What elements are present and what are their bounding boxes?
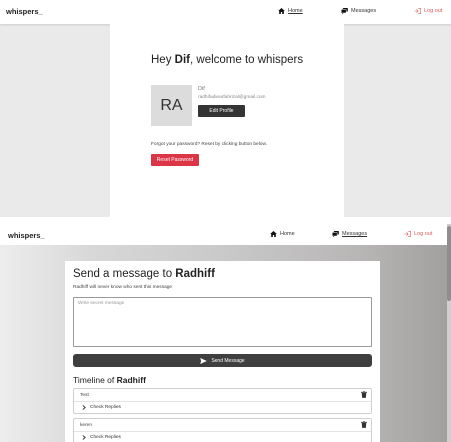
- scrollbar-thumb[interactable]: [447, 226, 451, 301]
- timeline-message: Test: [80, 393, 89, 398]
- nav-messages-label: Messages: [351, 8, 377, 14]
- check-replies-label: Check Replies: [90, 405, 121, 410]
- messages-icon: [341, 8, 348, 14]
- chevron-right-icon: [82, 435, 86, 440]
- trash-icon[interactable]: [361, 391, 367, 398]
- edit-profile-button[interactable]: Edit Profile: [198, 105, 245, 117]
- nav-home[interactable]: Home: [278, 8, 303, 14]
- welcome-prefix: Hey: [151, 54, 175, 66]
- secret-message-input[interactable]: [73, 297, 372, 347]
- check-replies-toggle[interactable]: Check Replies: [82, 435, 121, 440]
- reset-password-button[interactable]: Reset Password: [151, 154, 199, 166]
- logout-icon: [414, 8, 421, 14]
- brand-logo[interactable]: whispers_: [8, 231, 45, 240]
- check-replies-label: Check Replies: [90, 435, 121, 440]
- brand-logo[interactable]: whispers_: [6, 7, 43, 16]
- send-message-button[interactable]: Send Message: [73, 354, 372, 367]
- send-icon: [200, 357, 208, 364]
- messages-icon: [332, 231, 339, 237]
- send-message-subtitle: Radhiff will never know who sent this me…: [73, 285, 173, 290]
- logout-icon: [404, 231, 411, 237]
- trash-icon[interactable]: [361, 421, 367, 428]
- send-message-title: Send a message to Radhiff: [73, 268, 215, 280]
- home-icon: [278, 8, 285, 14]
- home-screen: whispers_ Home Messages Log out Hey Dif,…: [0, 0, 451, 217]
- avatar-initials: RA: [160, 96, 183, 114]
- nav-home-label: Home: [280, 231, 295, 237]
- nav-messages-label: Messages: [342, 231, 368, 237]
- profile-card: Hey Dif, welcome to whispers RA Dif radh…: [110, 24, 344, 217]
- navbar: whispers_ Home Messages Log out: [0, 0, 451, 24]
- chevron-right-icon: [82, 405, 86, 410]
- nav-messages[interactable]: Messages: [341, 8, 376, 14]
- timeline-prefix: Timeline of: [73, 375, 117, 385]
- nav-logout-label: Log out: [414, 231, 433, 237]
- nav-logout-label: Log out: [424, 8, 443, 14]
- nav-home-label: Home: [288, 8, 303, 14]
- welcome-suffix: , welcome to whispers: [190, 54, 304, 66]
- avatar: RA: [151, 85, 192, 126]
- nav-home[interactable]: Home: [270, 231, 295, 237]
- home-icon: [270, 231, 277, 237]
- profile-name: Dif: [198, 86, 205, 92]
- timeline-item: Test Check Replies: [73, 388, 372, 414]
- nav-messages[interactable]: Messages: [332, 231, 367, 237]
- timeline-name: Radhiff: [116, 375, 146, 385]
- welcome-heading: Hey Dif, welcome to whispers: [151, 54, 303, 66]
- scrollbar-track[interactable]: [447, 224, 451, 442]
- timeline-item: keren Check Replies: [73, 418, 372, 442]
- timeline-divider: [74, 401, 371, 402]
- send-title-recipient: Radhiff: [175, 268, 215, 280]
- nav-logout[interactable]: Log out: [404, 231, 432, 237]
- check-replies-toggle[interactable]: Check Replies: [82, 405, 121, 410]
- nav-logout[interactable]: Log out: [414, 8, 442, 14]
- forgot-password-text: Forgot your password? Reset by clicking …: [151, 142, 267, 147]
- send-message-label: Send Message: [211, 357, 245, 364]
- timeline-title: Timeline of Radhiff: [73, 375, 146, 385]
- timeline-message: keren: [80, 423, 92, 428]
- navbar: whispers_ Home Messages Log out: [0, 224, 451, 245]
- send-title-prefix: Send a message to: [73, 268, 176, 280]
- timeline-divider: [74, 431, 371, 432]
- welcome-username: Dif: [174, 54, 190, 66]
- profile-email: radhifadiearfahrizal@gmail.com: [198, 95, 266, 100]
- send-message-card: Send a message to Radhiff Radhiff will n…: [65, 261, 380, 442]
- messages-screen: whispers_ Home Messages Log out Send a m…: [0, 224, 451, 442]
